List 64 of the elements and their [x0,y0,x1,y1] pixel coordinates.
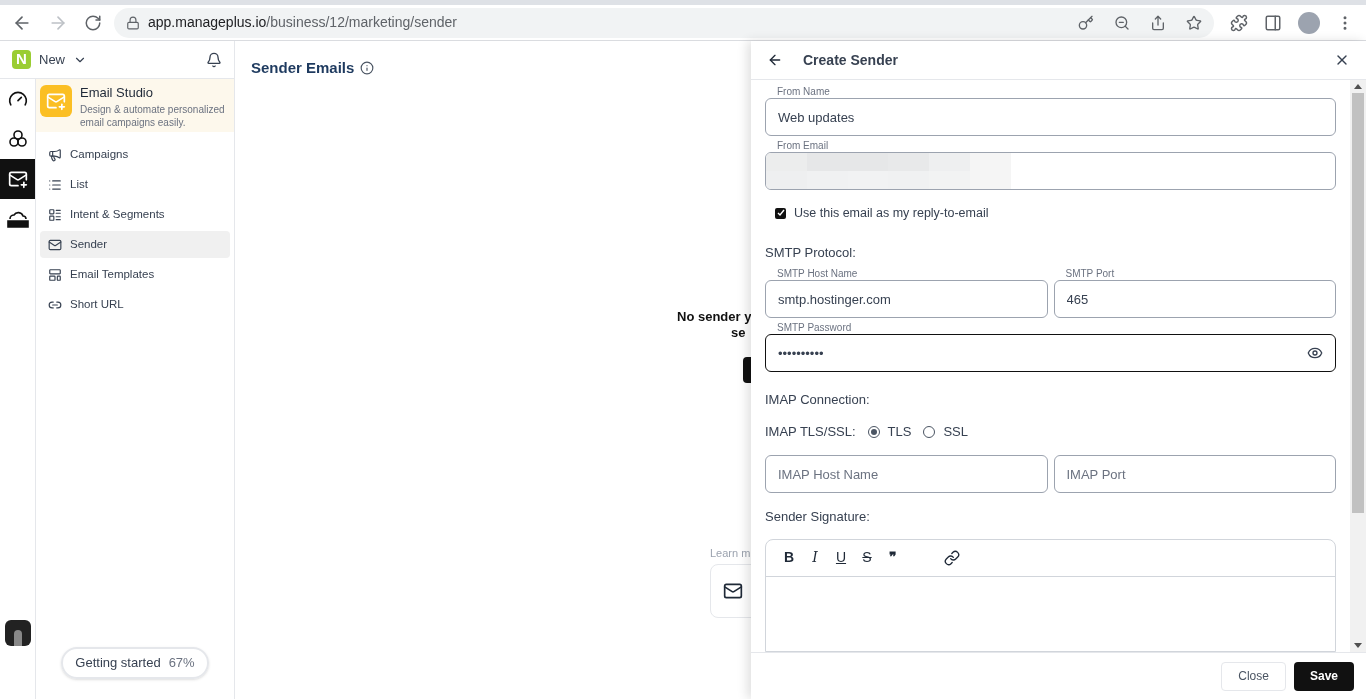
italic-button[interactable]: I [808,547,822,569]
url-text: app.manageplus.io/business/12/marketing/sender [148,13,457,32]
info-icon[interactable] [360,61,375,76]
workspace-switcher[interactable]: New [39,49,87,70]
getting-started-button[interactable]: Getting started 67% [61,647,209,679]
scroll-down-icon[interactable] [1354,643,1362,648]
save-button[interactable]: Save [1293,661,1354,691]
section-heading: IMAP Connection: [765,391,871,410]
mail-icon [723,581,743,601]
radio-label: SSL [943,422,968,441]
radio-group-label: IMAP TLS/SSL: [765,422,856,441]
nav-item[interactable]: Email Templates [40,261,230,288]
profile-avatar[interactable] [1298,11,1320,34]
empty-state-text: No sender y [677,308,751,326]
notification-icon[interactable] [206,51,222,68]
back-icon[interactable] [767,52,783,68]
nav-icon [48,237,62,252]
studio-subtitle: Design & automate personalized email campaigns easily. [80,102,226,129]
rail-item[interactable] [0,159,35,199]
nav-item[interactable]: Campaigns [40,141,230,168]
nav-icon [48,267,62,282]
reload-icon[interactable] [84,13,102,32]
zoom-out-icon[interactable] [1114,14,1130,31]
learn-more-text: Learn m [710,546,751,561]
radio-label: TLS [887,422,912,441]
studio-title: Email Studio [80,84,154,102]
crm-cloud-icon [5,210,30,228]
key-icon[interactable] [1078,14,1094,31]
address-bar[interactable]: app.manageplus.io/business/12/marketing/sender [114,7,1214,38]
link-icon[interactable] [944,549,960,566]
page-title: Sender Emails [251,58,355,78]
section-heading: Sender Signature: [765,508,871,527]
nav-item[interactable]: Sender [40,231,230,258]
lock-icon [126,15,140,30]
checkbox-label: Use this email as my reply-to-email [794,205,989,222]
signature-editor[interactable]: B I U S ❞ [765,538,1336,652]
studio-logo-icon [40,85,72,117]
nav-icon [48,147,62,162]
workspace-logo: N [12,50,31,69]
panel-title: Create Sender [803,50,898,70]
share-icon[interactable] [1150,14,1166,31]
close-button[interactable]: Close [1221,661,1286,691]
nav-item[interactable]: Short URL [40,291,230,318]
nav-icon [48,177,62,192]
strikethrough-button[interactable]: S [860,547,874,569]
underline-button[interactable]: U [834,547,848,569]
nav-icon [48,207,62,222]
checkbox[interactable] [775,207,786,219]
bold-button[interactable]: B [782,547,796,569]
circles-icon [7,129,28,149]
scroll-up-icon[interactable] [1354,84,1362,89]
section-heading: SMTP Protocol: [765,243,857,262]
scrollbar[interactable] [1350,80,1366,652]
extensions-icon[interactable] [1230,13,1248,32]
nav-item[interactable]: List [40,171,230,198]
nav-item[interactable]: Intent & Segments [40,201,230,228]
side-panel-icon[interactable] [1264,13,1282,32]
star-icon[interactable] [1186,14,1202,31]
quote-button[interactable]: ❞ [886,547,900,569]
empty-state-text: se [731,324,746,342]
mail-icon [7,169,28,189]
gauge-icon [7,89,28,109]
user-avatar[interactable] [4,620,31,646]
text-field[interactable] [765,152,1336,190]
